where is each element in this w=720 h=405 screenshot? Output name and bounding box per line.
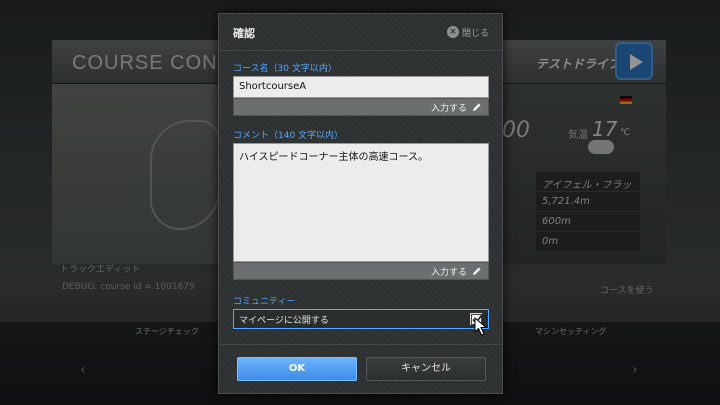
pencil-icon xyxy=(473,103,481,111)
publish-mypage-label: マイページに公開する xyxy=(239,315,329,326)
community-label: コミュニティー xyxy=(233,297,296,307)
comment-label: コメント（140 文字以内） xyxy=(233,131,344,141)
course-name-field[interactable]: ShortcourseA xyxy=(233,76,489,98)
comment-input-button[interactable]: 入力する xyxy=(233,262,489,280)
comment-field[interactable]: ハイスピードコーナー主体の高速コース。 xyxy=(233,143,489,262)
close-button[interactable]: × 閉じる xyxy=(447,24,493,40)
ok-button[interactable]: OK xyxy=(237,357,357,381)
input-label: 入力する xyxy=(430,267,467,278)
confirm-dialog: 確認 × 閉じる コース名（30 文字以内） ShortcourseA 入力する… xyxy=(218,13,503,394)
cancel-button[interactable]: キャンセル xyxy=(366,357,486,381)
divider xyxy=(219,50,502,51)
course-name-label: コース名（30 文字以内） xyxy=(233,64,337,74)
course-name-input-button[interactable]: 入力する xyxy=(233,98,489,116)
mouse-cursor-icon xyxy=(474,317,488,336)
dialog-title: 確認 xyxy=(233,27,255,40)
close-label: 閉じる xyxy=(462,28,490,39)
divider xyxy=(219,344,502,345)
close-icon: × xyxy=(447,26,459,38)
input-label: 入力する xyxy=(430,103,467,114)
pencil-icon xyxy=(473,267,481,275)
publish-mypage-toggle[interactable]: マイページに公開する xyxy=(233,309,489,329)
